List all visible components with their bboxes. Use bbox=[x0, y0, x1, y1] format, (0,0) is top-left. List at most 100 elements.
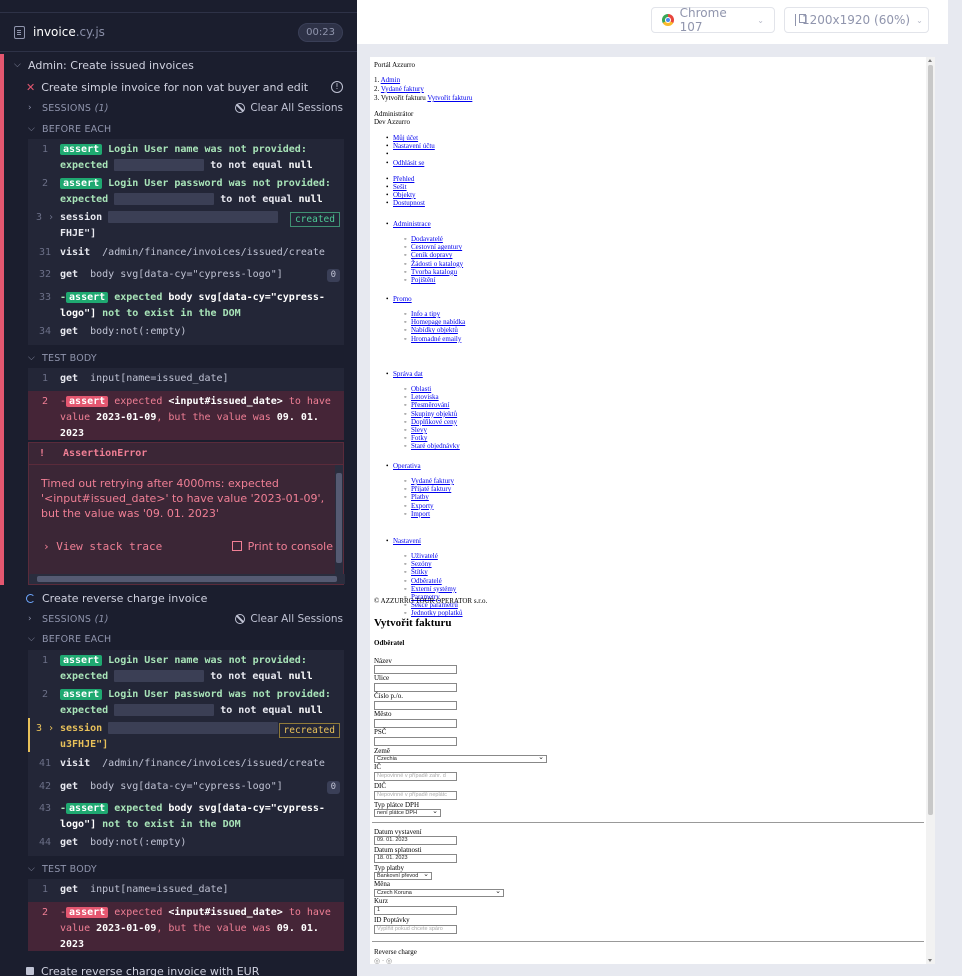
menu-item-link[interactable]: Import bbox=[411, 510, 430, 518]
test-row-running[interactable]: Create reverse charge invoice bbox=[0, 591, 357, 605]
suite-row[interactable]: ⌵ Admin: Create issued invoices bbox=[0, 58, 357, 72]
city-input[interactable] bbox=[374, 719, 457, 728]
scroll-up-icon[interactable] bbox=[928, 59, 932, 62]
error-horizontal-scrollbar[interactable] bbox=[29, 574, 345, 584]
command-assert[interactable]: 43 - assert expected body svg[data-cy="cy… bbox=[28, 801, 344, 833]
menu-section-link[interactable]: Nastavení bbox=[393, 537, 421, 545]
menu-item-link[interactable]: Externí systémy bbox=[411, 585, 456, 593]
scroll-thumb[interactable] bbox=[928, 65, 933, 815]
overview-link[interactable]: Přehled bbox=[393, 175, 414, 183]
command-assert[interactable]: 1 assert Login User name was not provide… bbox=[28, 142, 344, 174]
test-body-header[interactable]: ⌵ TEST BODY bbox=[0, 862, 357, 876]
menu-section-link[interactable]: Administrace bbox=[393, 220, 431, 228]
house-number-input[interactable] bbox=[374, 701, 457, 710]
menu-item-link[interactable]: Pojištění bbox=[411, 276, 436, 284]
viewport-selector[interactable]: 1200x1920 (60%) ⌄ bbox=[784, 7, 929, 33]
menu-item-link[interactable]: Info a tipy bbox=[411, 310, 440, 318]
print-to-console-button[interactable]: Print to console bbox=[231, 540, 333, 553]
command-get[interactable]: 1 get input[name=issued_date] bbox=[28, 371, 344, 387]
menu-item-link[interactable]: Slevy bbox=[411, 426, 427, 434]
vat-payer-type-select[interactable]: není plátce DPH bbox=[374, 808, 441, 817]
view-stack-trace-button[interactable]: › View stack trace bbox=[43, 540, 162, 553]
before-each-header[interactable]: ⌵ BEFORE EACH bbox=[0, 122, 357, 136]
menu-item-link[interactable]: Staré objednávky bbox=[411, 442, 460, 450]
menu-item-link[interactable]: Doplňkové ceny bbox=[411, 418, 457, 426]
menu-item-link[interactable]: Oblasti bbox=[411, 385, 431, 393]
name-input[interactable] bbox=[374, 665, 457, 674]
aut-vertical-scrollbar[interactable] bbox=[926, 57, 935, 964]
command-assert[interactable]: 2 assert Login User password was not pro… bbox=[28, 687, 344, 719]
clear-all-sessions-button[interactable]: Clear All Sessions bbox=[235, 613, 343, 625]
menu-item-link[interactable]: Tvorba katalogu bbox=[411, 268, 457, 276]
menu-section-link[interactable]: Promo bbox=[393, 295, 412, 303]
menu-item-link[interactable]: Štítky bbox=[411, 568, 428, 576]
test-row-pending[interactable]: Create reverse charge invoice with EUR bbox=[0, 964, 357, 976]
menu-item-link[interactable]: Sezóny bbox=[411, 560, 432, 568]
command-visit[interactable]: 31 visit /admin/finance/invoices/issued/… bbox=[28, 245, 344, 261]
studio-icon[interactable]: ! bbox=[331, 81, 343, 93]
command-assert-failed[interactable]: 2 - assert expected <input#issued_date> t… bbox=[28, 905, 344, 953]
account-settings-link[interactable]: Nastavení účtu bbox=[393, 142, 435, 150]
command-get[interactable]: 34 get body:not(:empty) bbox=[28, 324, 344, 340]
dic-input[interactable]: Nepovinné v případě neplátc bbox=[374, 791, 457, 800]
command-assert[interactable]: 33 - assert expected body svg[data-cy="cy… bbox=[28, 290, 344, 322]
issue-date-input[interactable]: 09. 01. 2023 bbox=[374, 836, 457, 845]
menu-item-link[interactable]: Uživatelé bbox=[411, 552, 438, 560]
menu-item-link[interactable]: Skupiny objektů bbox=[411, 410, 457, 418]
test-body-header[interactable]: ⌵ TEST BODY bbox=[0, 351, 357, 365]
command-get[interactable]: 32 get body svg[data-cy="cypress-logo"] … bbox=[28, 267, 344, 283]
menu-item-link[interactable]: Dodavatelé bbox=[411, 235, 443, 243]
payment-type-select[interactable]: Bankovní převod bbox=[374, 871, 432, 880]
command-assert-failed[interactable]: 2 - assert expected <input#issued_date> t… bbox=[28, 394, 344, 442]
error-vertical-scrollbar[interactable] bbox=[335, 465, 343, 574]
browser-selector[interactable]: Chrome 107 ⌄ bbox=[651, 6, 775, 34]
country-select[interactable]: Czechia bbox=[374, 754, 547, 763]
command-session[interactable]: 3 › session u3FHJE"] recreated bbox=[28, 721, 344, 753]
menu-item-link[interactable]: Fotky bbox=[411, 434, 427, 442]
breadcrumb-link[interactable]: Vydané faktury bbox=[381, 85, 424, 93]
menu-item-link[interactable]: Exporty bbox=[411, 502, 434, 510]
objects-link[interactable]: Objekty bbox=[393, 191, 416, 199]
menu-item-link[interactable]: Přesměrování bbox=[411, 401, 450, 409]
menu-item-link[interactable]: Odběratelé bbox=[411, 577, 442, 585]
sessions-row[interactable]: › SESSIONS (1) Clear All Sessions bbox=[0, 101, 357, 115]
command-assert[interactable]: 1 assert Login User name was not provide… bbox=[28, 653, 344, 685]
breadcrumb-link[interactable]: Admin bbox=[381, 76, 400, 84]
menu-item-link[interactable]: Ceník dopravy bbox=[411, 251, 452, 259]
rate-input[interactable]: 1 bbox=[374, 906, 457, 915]
currency-select[interactable]: Czech Koruna bbox=[374, 888, 504, 897]
zip-input[interactable] bbox=[374, 737, 457, 746]
command-get[interactable]: 44 get body:not(:empty) bbox=[28, 835, 344, 851]
command-get[interactable]: 42 get body svg[data-cy="cypress-logo"] … bbox=[28, 779, 344, 795]
inquiry-id-input[interactable]: Vyplňit pokud chcete spáro bbox=[374, 925, 457, 934]
breadcrumb-link[interactable]: Vytvořit fakturu bbox=[427, 94, 472, 102]
menu-item-link[interactable]: Vydané faktury bbox=[411, 477, 454, 485]
my-account-link[interactable]: Můj účet bbox=[393, 134, 418, 142]
menu-item-link[interactable]: Přijaté faktury bbox=[411, 485, 451, 493]
test-row-failed[interactable]: ✕ Create simple invoice for non vat buye… bbox=[0, 80, 357, 94]
command-visit[interactable]: 41 visit /admin/finance/invoices/issued/… bbox=[28, 756, 344, 772]
logout-link[interactable]: Odhlásit se bbox=[393, 159, 424, 167]
menu-item-link[interactable]: Homepage nabídka bbox=[411, 318, 465, 326]
street-input[interactable] bbox=[374, 683, 457, 692]
command-session[interactable]: 3 › session FHJE"] created bbox=[28, 210, 344, 242]
sessions-row[interactable]: › SESSIONS (1) Clear All Sessions bbox=[0, 612, 357, 626]
menu-section-link[interactable]: Operativa bbox=[393, 462, 421, 470]
menu-item-link[interactable]: Nabídky objektů bbox=[411, 326, 458, 334]
menu-section-link[interactable]: Správa dat bbox=[393, 370, 423, 378]
reverse-charge-radio-icon[interactable]: ◎ · ◎ bbox=[374, 957, 392, 964]
spec-filename[interactable]: invoice bbox=[33, 25, 76, 39]
menu-item-link[interactable]: Žádosti o katalogy bbox=[411, 260, 463, 268]
due-date-input[interactable]: 18. 01. 2023 bbox=[374, 854, 457, 863]
menu-item-link[interactable]: Letoviska bbox=[411, 393, 439, 401]
menu-item-link[interactable]: Hromadné emaily bbox=[411, 335, 461, 343]
command-assert[interactable]: 2 assert Login User password was not pro… bbox=[28, 176, 344, 208]
availability-link[interactable]: Dostupnost bbox=[393, 199, 425, 207]
scroll-down-icon[interactable] bbox=[928, 959, 932, 962]
clear-all-sessions-button[interactable]: Clear All Sessions bbox=[235, 102, 343, 114]
before-each-header[interactable]: ⌵ BEFORE EACH bbox=[0, 632, 357, 646]
command-get[interactable]: 1 get input[name=issued_date] bbox=[28, 882, 344, 898]
menu-item-link[interactable]: Cestovní agentury bbox=[411, 243, 462, 251]
menu-item-link[interactable]: Platby bbox=[411, 493, 429, 501]
workbook-link[interactable]: Sešit bbox=[393, 183, 407, 191]
